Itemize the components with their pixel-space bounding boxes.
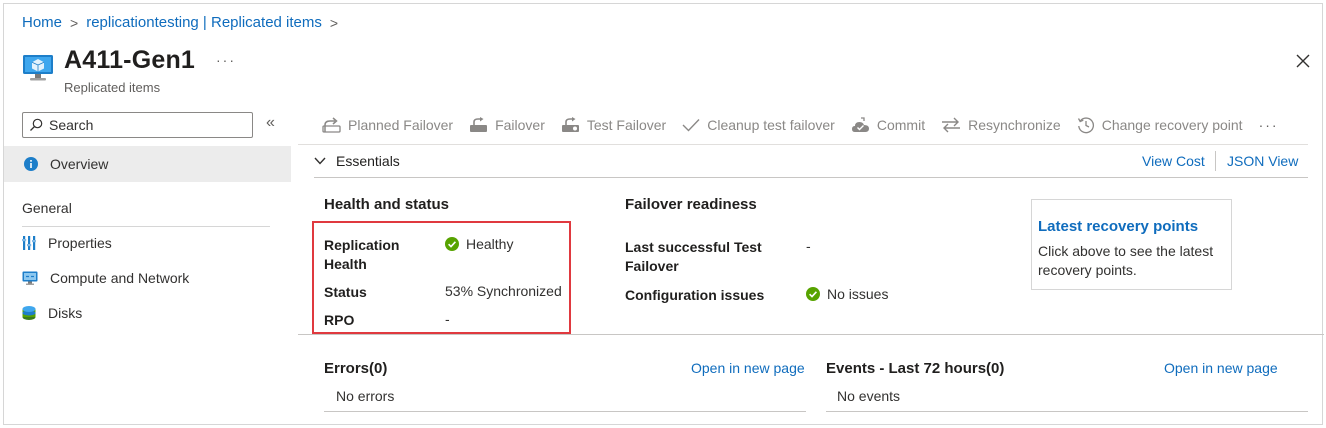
- toolbar-label: Test Failover: [586, 117, 667, 133]
- divider: [298, 334, 1324, 335]
- configuration-issues-label: Configuration issues: [625, 287, 765, 303]
- resynchronize-button[interactable]: Resynchronize: [941, 117, 1061, 133]
- latest-recovery-points-link[interactable]: Latest recovery points: [1038, 218, 1225, 235]
- sidebar-item-disks[interactable]: Disks: [22, 305, 82, 321]
- sidebar-item-overview[interactable]: Overview: [4, 146, 291, 182]
- sidebar-group-general: General: [22, 200, 72, 216]
- breadcrumb-separator: >: [70, 14, 79, 31]
- breadcrumb-separator: >: [329, 14, 339, 31]
- cleanup-test-failover-button[interactable]: Cleanup test failover: [682, 117, 835, 133]
- search-icon: [30, 118, 43, 131]
- errors-empty-text: No errors: [336, 388, 395, 404]
- search-input-box[interactable]: [22, 112, 253, 138]
- recovery-points-card: Latest recovery points Click above to se…: [1031, 199, 1232, 290]
- errors-heading: Errors(0): [324, 360, 388, 377]
- highlight-box: [312, 221, 571, 334]
- events-open-new-page-link[interactable]: Open in new page: [1164, 360, 1278, 376]
- toolbar-label: Cleanup test failover: [707, 117, 835, 133]
- divider: [22, 226, 270, 227]
- toolbar-label: Change recovery point: [1101, 117, 1243, 133]
- success-check-icon: [806, 287, 820, 301]
- sidebar-item-properties[interactable]: Properties: [22, 235, 112, 251]
- toolbar-label: Planned Failover: [348, 117, 454, 133]
- divider: [314, 177, 1308, 178]
- toolbar-label: Commit: [876, 117, 926, 133]
- sidebar-item-compute-and-network[interactable]: Compute and Network: [22, 270, 189, 286]
- sidebar-item-label: Properties: [48, 235, 112, 251]
- breadcrumb-home-link[interactable]: Home: [22, 14, 62, 31]
- properties-icon: [22, 236, 36, 250]
- page-title: A411-Gen1: [64, 46, 196, 74]
- json-view-link[interactable]: JSON View: [1227, 153, 1298, 169]
- recovery-points-description: Click above to see the latest recovery p…: [1038, 243, 1214, 278]
- planned-failover-button[interactable]: Planned Failover: [322, 117, 453, 133]
- divider: [324, 411, 806, 412]
- health-status-heading: Health and status: [324, 196, 450, 213]
- divider: [826, 411, 1308, 412]
- chevron-down-icon: [314, 157, 326, 165]
- sidebar-item-label: Compute and Network: [50, 270, 190, 286]
- events-heading: Events - Last 72 hours(0): [826, 360, 1005, 377]
- sidebar-item-label: Disks: [48, 305, 83, 321]
- test-failover-icon: [561, 117, 579, 132]
- virtual-machine-icon: [23, 55, 53, 81]
- commit-button[interactable]: Commit: [851, 117, 925, 133]
- planned-failover-icon: [322, 117, 341, 133]
- breadcrumb-vault-link[interactable]: replicationtesting | Replicated items: [86, 14, 322, 31]
- configuration-issues-value: No issues: [806, 286, 888, 302]
- history-icon: [1077, 117, 1094, 134]
- page-subtitle: Replicated items: [64, 80, 161, 95]
- compute-network-icon: [22, 271, 38, 285]
- toolbar-label: Resynchronize: [968, 117, 1061, 133]
- toolbar-label: Failover: [495, 117, 545, 133]
- divider: [298, 144, 1308, 145]
- sidebar-item-label: Overview: [50, 156, 109, 172]
- events-empty-text: No events: [837, 388, 901, 404]
- info-icon: [24, 157, 38, 171]
- last-test-failover-label: Last successful Test Failover: [625, 239, 762, 274]
- search-input[interactable]: [49, 117, 229, 133]
- close-icon[interactable]: [1294, 52, 1312, 70]
- check-icon: [682, 119, 700, 132]
- divider: [1215, 151, 1216, 171]
- command-bar: Planned Failover Failover Test Failover …: [322, 112, 1295, 138]
- change-recovery-point-button[interactable]: Change recovery point: [1077, 116, 1243, 134]
- errors-open-new-page-link[interactable]: Open in new page: [691, 360, 805, 376]
- toolbar-more-button[interactable]: ···: [1259, 117, 1279, 133]
- view-cost-link[interactable]: View Cost: [1142, 153, 1205, 169]
- disks-icon: [22, 306, 36, 320]
- title-more-button[interactable]: ···: [216, 52, 236, 68]
- essentials-label: Essentials: [336, 153, 400, 169]
- last-test-failover-value: -: [806, 238, 811, 254]
- configuration-issues-text: No issues: [827, 286, 889, 302]
- commit-icon: [851, 117, 869, 132]
- test-failover-button[interactable]: Test Failover: [561, 117, 666, 133]
- failover-readiness-heading: Failover readiness: [625, 196, 757, 213]
- breadcrumb: Home > replicationtesting | Replicated i…: [22, 14, 338, 31]
- resynchronize-icon: [942, 117, 961, 133]
- failover-icon: [470, 117, 488, 132]
- essentials-toggle[interactable]: Essentials: [314, 153, 400, 169]
- failover-button[interactable]: Failover: [469, 117, 545, 133]
- collapse-menu-button[interactable]: «: [266, 114, 275, 132]
